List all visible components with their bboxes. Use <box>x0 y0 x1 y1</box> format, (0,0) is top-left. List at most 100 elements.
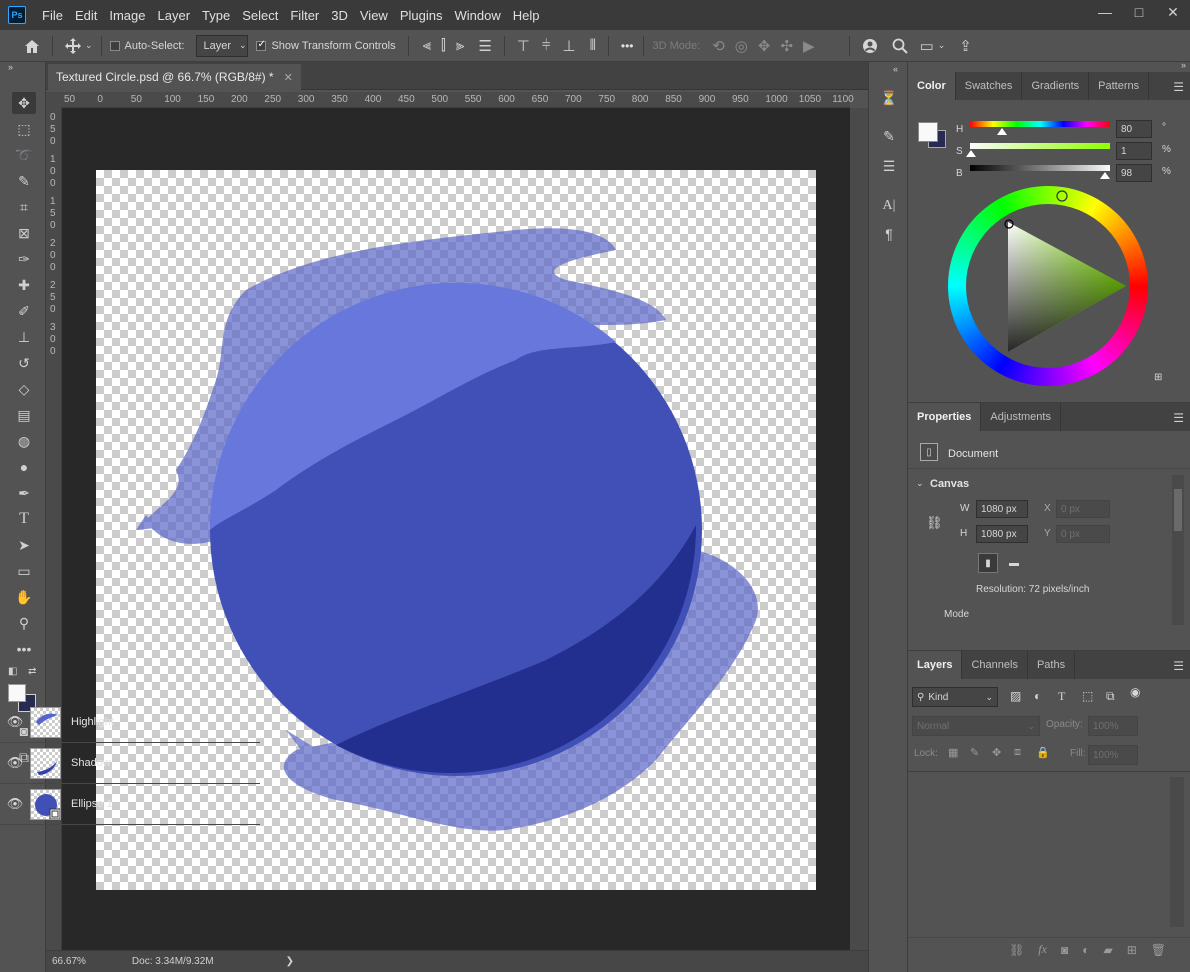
more-options-button[interactable]: ••• <box>621 39 634 53</box>
menu-plugins[interactable]: Plugins <box>396 8 451 23</box>
filter-type-icon[interactable]: T <box>1058 689 1065 704</box>
filter-pixel-icon[interactable]: ▨ <box>1010 689 1021 703</box>
close-tab-icon[interactable]: ✕ <box>284 71 293 84</box>
panel-menu-icon[interactable]: ☰ <box>1173 659 1184 673</box>
tab-gradients[interactable]: Gradients <box>1022 72 1090 100</box>
dodge-tool-icon[interactable]: ● <box>12 456 36 478</box>
b-value-field[interactable]: 98 <box>1116 164 1152 182</box>
filter-shape-icon[interactable]: ⬚ <box>1082 689 1093 703</box>
link-proportions-icon[interactable]: ⛓ <box>926 515 943 531</box>
menu-help[interactable]: Help <box>509 8 548 23</box>
collapse-arrows-icon[interactable]: » <box>0 62 45 76</box>
menu-select[interactable]: Select <box>238 8 286 23</box>
add-to-swatches-icon[interactable]: ⊞ <box>1154 372 1162 383</box>
align-center-icon[interactable]: ⫿ <box>441 37 446 54</box>
menu-filter[interactable]: Filter <box>286 8 327 23</box>
menu-3d[interactable]: 3D <box>327 8 356 23</box>
show-transform-checkbox[interactable] <box>256 39 267 51</box>
h-value-field[interactable]: 80 <box>1116 120 1152 138</box>
portrait-orientation-icon[interactable]: ▮ <box>978 553 998 573</box>
canvas-width-field[interactable]: 1080 px <box>976 500 1028 518</box>
workspace-icon[interactable]: ▭ <box>920 37 934 55</box>
3d-camera-icon[interactable]: ▶ <box>803 37 815 55</box>
3d-roll-icon[interactable]: ◎ <box>735 37 748 55</box>
brush-settings-icon[interactable]: ✎ <box>877 124 901 148</box>
layer-row-highlight[interactable]: 👁 Highlight <box>0 702 260 743</box>
minimize-button[interactable]: — <box>1088 0 1122 24</box>
tab-patterns[interactable]: Patterns <box>1089 72 1150 100</box>
trash-icon[interactable]: 🗑 <box>1151 943 1166 957</box>
panel-menu-icon[interactable]: ☰ <box>1173 80 1184 94</box>
share-icon[interactable]: ⇪ <box>959 37 972 55</box>
align-top-icon[interactable]: ⊤ <box>517 37 530 55</box>
align-middle-icon[interactable]: ⫩ <box>542 37 551 54</box>
close-window-button[interactable]: ✕ <box>1156 0 1190 24</box>
layer-row-ellipse-1[interactable]: 👁 Ellipse 1 <box>0 784 260 825</box>
document-tab[interactable]: Textured Circle.psd @ 66.7% (RGB/8#) * ✕ <box>48 64 301 90</box>
marquee-tool-icon[interactable]: ⬚ <box>12 118 36 140</box>
zoom-tool-icon[interactable]: ⚲ <box>12 612 36 634</box>
panel-menu-icon[interactable]: ☰ <box>1173 411 1184 425</box>
move-tool-icon[interactable]: ✥ <box>12 92 36 114</box>
link-icon[interactable]: ⛓ <box>1009 943 1024 957</box>
collapse-arrows-icon[interactable]: « <box>893 64 898 74</box>
3d-pan-icon[interactable]: ✥ <box>758 37 771 55</box>
share-user-icon[interactable] <box>862 38 880 54</box>
zoom-level[interactable]: 66.67% <box>52 956 86 967</box>
type-tool-icon[interactable]: T <box>12 508 36 530</box>
lock-transparent-icon[interactable]: ▦ <box>948 746 958 759</box>
eyedropper-tool-icon[interactable]: ✑ <box>12 248 36 270</box>
saturation-slider-thumb[interactable] <box>966 150 976 157</box>
menu-image[interactable]: Image <box>105 8 153 23</box>
default-colors-icon[interactable]: ◧ <box>8 666 17 677</box>
layer-row-shadow[interactable]: 👁 Shadow <box>0 743 260 784</box>
pen-tool-icon[interactable]: ✒ <box>12 482 36 504</box>
align-left-icon[interactable]: ⫷ <box>423 37 431 54</box>
chevron-down-icon[interactable]: ⌄ <box>916 478 924 489</box>
auto-select-checkbox[interactable] <box>109 40 120 51</box>
3d-slide-icon[interactable]: ✣ <box>780 37 793 55</box>
menu-window[interactable]: Window <box>450 8 508 23</box>
photoshop-logo-icon[interactable]: Ps <box>8 6 26 24</box>
clone-stamp-tool-icon[interactable]: ⊥ <box>12 326 36 348</box>
healing-brush-tool-icon[interactable]: ✚ <box>12 274 36 296</box>
visibility-eye-icon[interactable]: 👁 <box>0 714 30 730</box>
distribute-horizontal-icon[interactable]: ⫴ <box>590 37 596 54</box>
auto-select-target-dropdown[interactable]: Layer ⌄ <box>196 34 249 57</box>
lock-all-icon[interactable]: 🔒 <box>1036 746 1050 759</box>
status-menu-arrow-icon[interactable]: ❯ <box>286 956 294 967</box>
menu-edit[interactable]: Edit <box>71 8 105 23</box>
tab-color[interactable]: Color <box>908 72 956 100</box>
filter-toggle-icon[interactable]: ◉ <box>1130 685 1140 699</box>
foreground-color-swatch[interactable] <box>918 122 938 142</box>
brightness-slider-thumb[interactable] <box>1100 172 1110 179</box>
new-layer-icon[interactable]: ⊞ <box>1127 943 1137 957</box>
chevron-down-icon[interactable]: ⌄ <box>85 40 93 51</box>
folder-icon[interactable]: ▰ <box>1103 943 1112 957</box>
quick-select-tool-icon[interactable]: ✎ <box>12 170 36 192</box>
hand-tool-icon[interactable]: ✋ <box>12 586 36 608</box>
menu-type[interactable]: Type <box>198 8 238 23</box>
tab-layers[interactable]: Layers <box>908 651 963 679</box>
lock-image-icon[interactable]: ✎ <box>970 746 979 759</box>
eraser-tool-icon[interactable]: ◇ <box>12 378 36 400</box>
horizontal-ruler[interactable]: 50 0 50 100 150 200 250 300 350 400 450 500 550 600 65… <box>62 92 854 108</box>
path-selection-tool-icon[interactable]: ➤ <box>12 534 36 556</box>
color-triangle[interactable] <box>948 186 1148 386</box>
s-value-field[interactable]: 1 <box>1116 142 1152 160</box>
layer-filter-kind-dropdown[interactable]: ⚲ Kind ⌄ <box>912 687 998 707</box>
frame-tool-icon[interactable]: ⊠ <box>12 222 36 244</box>
landscape-orientation-icon[interactable]: ▬ <box>1004 553 1024 573</box>
foreground-color-swatch[interactable] <box>8 684 26 702</box>
vertical-scrollbar[interactable] <box>850 108 868 950</box>
brightness-slider[interactable] <box>970 165 1110 171</box>
lasso-tool-icon[interactable]: ➰ <box>12 144 36 166</box>
tab-paths[interactable]: Paths <box>1028 651 1076 679</box>
menu-file[interactable]: File <box>38 8 71 23</box>
menu-layer[interactable]: Layer <box>154 8 199 23</box>
layer-name[interactable]: Ellipse 1 <box>71 798 113 810</box>
tab-swatches[interactable]: Swatches <box>956 72 1023 100</box>
mask-icon[interactable]: ◙ <box>1061 943 1068 957</box>
layers-scrollbar[interactable] <box>1170 777 1184 927</box>
align-bottom-icon[interactable]: ⊥ <box>562 37 575 55</box>
